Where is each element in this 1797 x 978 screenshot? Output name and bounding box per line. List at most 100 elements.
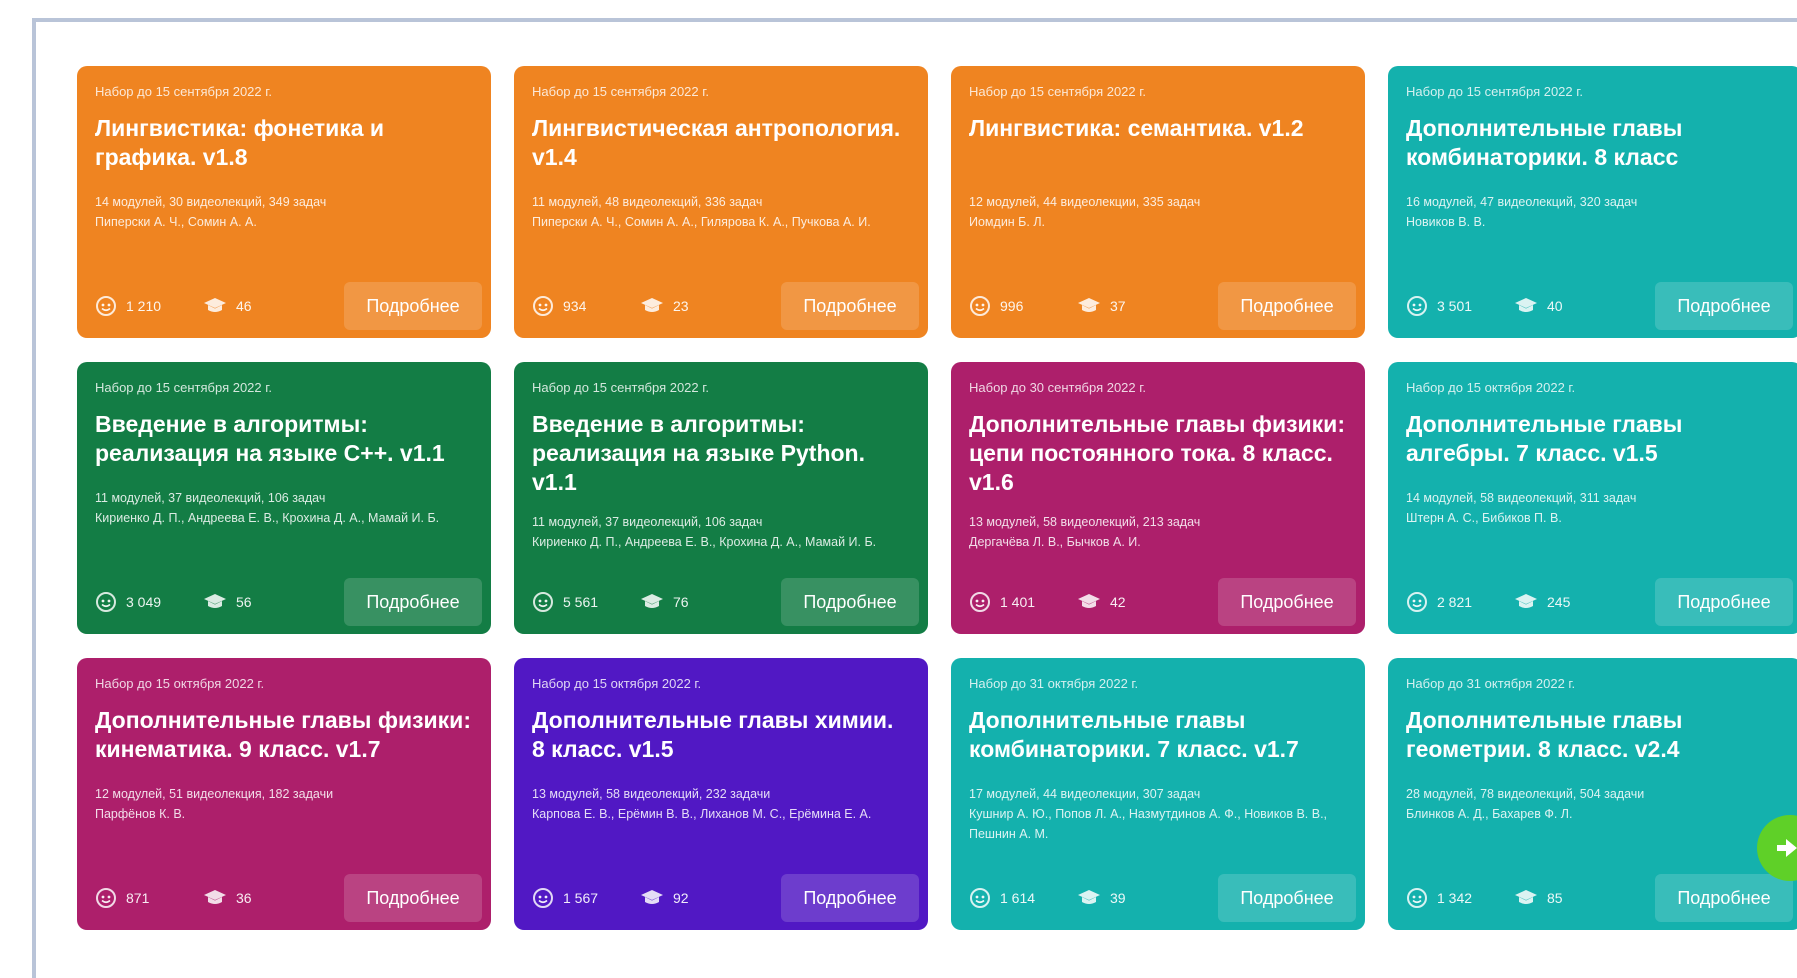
card-footer: 1 210 46 Подробнее (95, 281, 482, 331)
course-card[interactable]: Набор до 15 сентября 2022 г. Дополнитель… (1388, 66, 1797, 338)
details-button[interactable]: Подробнее (1218, 578, 1356, 626)
course-title[interactable]: Дополнительные главы физики: цепи постоя… (969, 410, 1349, 497)
course-title[interactable]: Дополнительные главы алгебры. 7 класс. v… (1406, 410, 1786, 468)
graduates-value: 92 (673, 890, 689, 906)
graduates-count: 42 (1077, 592, 1126, 612)
course-title[interactable]: Введение в алгоритмы: реализация на язык… (532, 410, 912, 497)
details-button[interactable]: Подробнее (1218, 874, 1356, 922)
details-button[interactable]: Подробнее (344, 874, 482, 922)
card-footer: 1 342 85 Подробнее (1406, 873, 1793, 923)
course-stats: 11 модулей, 37 видеолекций, 106 задач (95, 491, 326, 505)
course-card[interactable]: Набор до 15 сентября 2022 г. Лингвистика… (951, 66, 1365, 338)
learners-value: 3 049 (126, 594, 162, 610)
smiley-icon (1407, 888, 1427, 908)
learners-count: 1 614 (969, 887, 1077, 909)
graduation-cap-icon (1078, 594, 1100, 608)
course-title[interactable]: Лингвистика: фонетика и графика. v1.8 (95, 114, 475, 172)
learners-count: 871 (95, 887, 203, 909)
course-meta: 28 модулей, 78 видеолекций, 504 задачи Б… (1406, 784, 1792, 824)
details-button[interactable]: Подробнее (1218, 282, 1356, 330)
course-authors: Деpгачёва Л. В., Бычков А. И. (969, 535, 1141, 549)
details-button[interactable]: Подробнее (1655, 874, 1793, 922)
details-button[interactable]: Подробнее (344, 578, 482, 626)
graduation-cap-icon (1078, 890, 1100, 904)
enrollment-deadline: Набор до 15 октября 2022 г. (95, 676, 265, 691)
details-button[interactable]: Подробнее (344, 282, 482, 330)
smiley-icon (96, 888, 116, 908)
course-stats: 12 модулей, 44 видеолекции, 335 задач (969, 195, 1201, 209)
course-card[interactable]: Набор до 15 октября 2022 г. Дополнительн… (514, 658, 928, 930)
details-button[interactable]: Подробнее (1655, 578, 1793, 626)
course-meta: 14 модулей, 58 видеолекций, 311 задач Шт… (1406, 488, 1792, 528)
details-button[interactable]: Подробнее (781, 874, 919, 922)
course-card[interactable]: Набор до 31 октября 2022 г. Дополнительн… (951, 658, 1365, 930)
graduates-value: 42 (1110, 594, 1126, 610)
learners-value: 3 501 (1437, 298, 1473, 314)
course-card[interactable]: Набор до 30 сентября 2022 г. Дополнитель… (951, 362, 1365, 634)
course-authors: Штерн А. С., Бибиков П. В. (1406, 511, 1562, 525)
graduates-count: 56 (203, 592, 252, 612)
graduates-count: 92 (640, 888, 689, 908)
card-footer: 871 36 Подробнее (95, 873, 482, 923)
course-grid: Набор до 15 сентября 2022 г. Лингвистика… (77, 66, 1797, 930)
learners-value: 1 614 (1000, 890, 1036, 906)
course-meta: 12 модулей, 51 видеолекция, 182 задачи П… (95, 784, 481, 824)
course-title[interactable]: Лингвистика: семантика. v1.2 (969, 114, 1349, 143)
course-authors: Кушнир А. Ю., Попов Л. А., Назмутдинов А… (969, 807, 1328, 841)
course-card[interactable]: Набор до 15 сентября 2022 г. Лингвистика… (77, 66, 491, 338)
enrollment-deadline: Набор до 15 сентября 2022 г. (95, 380, 273, 395)
details-button[interactable]: Подробнее (781, 578, 919, 626)
course-title[interactable]: Дополнительные главы комбинаторики. 8 кл… (1406, 114, 1786, 172)
course-authors: Блинков А. Д., Бахарев Ф. Л. (1406, 807, 1573, 821)
learners-count: 934 (532, 295, 640, 317)
card-footer: 5 561 76 Подробнее (532, 577, 919, 627)
graduates-value: 23 (673, 298, 689, 314)
graduates-value: 37 (1110, 298, 1126, 314)
course-stats: 17 модулей, 44 видеолекции, 307 задач (969, 787, 1201, 801)
course-stats: 16 модулей, 47 видеолекций, 320 задач (1406, 195, 1638, 209)
graduates-count: 46 (203, 296, 252, 316)
course-title[interactable]: Лингвистическая антропология. v1.4 (532, 114, 912, 172)
enrollment-deadline: Набор до 15 сентября 2022 г. (969, 84, 1147, 99)
graduation-cap-icon (641, 890, 663, 904)
learners-count: 1 401 (969, 591, 1077, 613)
learners-count: 3 501 (1406, 295, 1514, 317)
details-button[interactable]: Подробнее (781, 282, 919, 330)
course-card[interactable]: Набор до 31 октября 2022 г. Дополнительн… (1388, 658, 1797, 930)
course-card[interactable]: Набор до 15 октября 2022 г. Дополнительн… (77, 658, 491, 930)
course-card[interactable]: Набор до 15 сентября 2022 г. Лингвистиче… (514, 66, 928, 338)
course-stats: 28 модулей, 78 видеолекций, 504 задачи (1406, 787, 1645, 801)
course-card[interactable]: Набор до 15 сентября 2022 г. Введение в … (77, 362, 491, 634)
graduation-cap-icon (1515, 594, 1537, 608)
details-button[interactable]: Подробнее (1655, 282, 1793, 330)
course-card[interactable]: Набор до 15 сентября 2022 г. Введение в … (514, 362, 928, 634)
course-title[interactable]: Дополнительные главы геометрии. 8 класс.… (1406, 706, 1786, 764)
course-stats: 14 модулей, 30 видеолекций, 349 задач (95, 195, 327, 209)
graduation-cap-icon (1515, 890, 1537, 904)
course-title[interactable]: Введение в алгоритмы: реализация на язык… (95, 410, 475, 468)
graduates-value: 46 (236, 298, 252, 314)
learners-value: 1 210 (126, 298, 162, 314)
graduates-count: 23 (640, 296, 689, 316)
course-meta: 13 модулей, 58 видеолекций, 232 задачи К… (532, 784, 918, 824)
smiley-icon (533, 296, 553, 316)
learners-count: 1 342 (1406, 887, 1514, 909)
card-footer: 996 37 Подробнее (969, 281, 1356, 331)
enrollment-deadline: Набор до 30 сентября 2022 г. (969, 380, 1147, 395)
course-stats: 13 модулей, 58 видеолекций, 232 задачи (532, 787, 771, 801)
graduates-value: 56 (236, 594, 252, 610)
course-authors: Пиперски А. Ч., Сомин А. А., Гилярова К.… (532, 215, 871, 229)
course-title[interactable]: Дополнительные главы физики: кинематика.… (95, 706, 475, 764)
course-stats: 14 модулей, 58 видеолекций, 311 задач (1406, 491, 1637, 505)
graduates-count: 39 (1077, 888, 1126, 908)
course-card[interactable]: Набор до 15 октября 2022 г. Дополнительн… (1388, 362, 1797, 634)
card-footer: 3 501 40 Подробнее (1406, 281, 1793, 331)
enrollment-deadline: Набор до 15 сентября 2022 г. (95, 84, 273, 99)
graduates-value: 40 (1547, 298, 1563, 314)
course-authors: Кириенко Д. П., Андреева Е. В., Крохина … (532, 535, 877, 549)
course-title[interactable]: Дополнительные главы комбинаторики. 7 кл… (969, 706, 1349, 764)
learners-value: 1 401 (1000, 594, 1036, 610)
graduates-count: 36 (203, 888, 252, 908)
course-title[interactable]: Дополнительные главы химии. 8 класс. v1.… (532, 706, 912, 764)
learners-count: 996 (969, 295, 1077, 317)
